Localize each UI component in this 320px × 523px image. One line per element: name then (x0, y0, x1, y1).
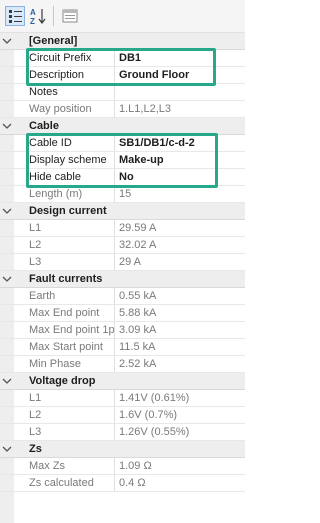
property-value: 1.L1,L2,L3 (119, 103, 171, 115)
property-row-vdrop-l3: L3 1.26V (0.55%) (0, 424, 245, 441)
property-name: Way position (14, 101, 115, 117)
category-zs[interactable]: Zs (0, 441, 245, 458)
property-name: Hide cable (14, 169, 115, 185)
property-value: 0.4 Ω (119, 477, 146, 489)
property-name: Cable ID (14, 135, 115, 151)
category-general[interactable]: [General] (0, 33, 245, 50)
property-toolbar: A Z (0, 0, 245, 33)
property-value: 2.52 kA (119, 358, 157, 370)
category-cable[interactable]: Cable (0, 118, 245, 135)
property-name: Display scheme (14, 152, 115, 168)
property-row-max-start-point: Max Start point 11.5 kA (0, 339, 245, 356)
property-row-design-l1: L1 29.59 A (0, 220, 245, 237)
property-row-circuit-prefix[interactable]: Circuit Prefix DB1 (0, 50, 245, 67)
property-value: 11.5 kA (119, 341, 156, 353)
collapse-icon[interactable] (2, 376, 12, 386)
property-grid: [General] Circuit Prefix DB1 Description… (0, 33, 245, 523)
property-value[interactable]: SB1/DB1/c-d-2 (116, 135, 195, 151)
property-row-earth: Earth 0.55 kA (0, 288, 245, 305)
property-name: L2 (14, 407, 115, 423)
property-name: L3 (14, 424, 115, 440)
property-value: 15 (119, 188, 132, 200)
toolbar-separator (53, 6, 54, 26)
property-name: Notes (14, 84, 115, 100)
svg-text:Z: Z (30, 17, 35, 26)
property-row-hide-cable[interactable]: Hide cable No (0, 169, 245, 186)
property-value[interactable]: Ground Floor (116, 67, 189, 83)
category-voltage-drop[interactable]: Voltage drop (0, 373, 245, 390)
category-label: Design current (29, 205, 107, 217)
property-name: Zs calculated (14, 475, 115, 491)
property-value[interactable]: DB1 (116, 50, 141, 66)
property-pages-icon[interactable] (60, 6, 80, 26)
property-row-min-phase: Min Phase 2.52 kA (0, 356, 245, 373)
property-row-max-end-point-1ph: Max End point 1pl 3.09 kA (0, 322, 245, 339)
property-name: Length (m) (14, 186, 115, 202)
collapse-icon[interactable] (2, 274, 12, 284)
property-value[interactable]: Make-up (116, 152, 164, 168)
property-name: Max Zs (14, 458, 115, 474)
property-row-vdrop-l1: L1 1.41V (0.61%) (0, 390, 245, 407)
collapse-icon[interactable] (2, 206, 12, 216)
category-label: Voltage drop (29, 375, 96, 387)
property-value: 1.09 Ω (119, 460, 152, 472)
property-name: Max Start point (14, 339, 115, 355)
property-value[interactable]: No (116, 169, 134, 185)
svg-text:A: A (30, 8, 36, 17)
categorized-icon[interactable] (5, 6, 25, 26)
property-row-design-l2: L2 32.02 A (0, 237, 245, 254)
property-name: Description (14, 67, 115, 83)
category-label: Fault currents (29, 273, 103, 285)
property-row-notes[interactable]: Notes (0, 84, 245, 101)
property-value: 1.26V (0.55%) (119, 426, 190, 438)
property-row-design-l3: L3 29 A (0, 254, 245, 271)
category-design-current[interactable]: Design current (0, 203, 245, 220)
property-value: 5.88 kA (119, 307, 157, 319)
property-value: 0.55 kA (119, 290, 157, 302)
property-row-length: Length (m) 15 (0, 186, 245, 203)
property-row-max-zs: Max Zs 1.09 Ω (0, 458, 245, 475)
property-value: 3.09 kA (119, 324, 157, 336)
property-row-cable-id[interactable]: Cable ID SB1/DB1/c-d-2 (0, 135, 245, 152)
property-value: 29 A (119, 256, 142, 268)
property-name: Circuit Prefix (14, 50, 115, 66)
category-label: [General] (29, 35, 78, 47)
property-row-max-end-point: Max End point 5.88 kA (0, 305, 245, 322)
category-label: Cable (29, 120, 59, 132)
property-name: Max End point 1pl (14, 322, 115, 338)
category-fault-currents[interactable]: Fault currents (0, 271, 245, 288)
property-row-zs-calculated: Zs calculated 0.4 Ω (0, 475, 245, 492)
collapse-icon[interactable] (2, 36, 12, 46)
property-value: 32.02 A (119, 239, 157, 251)
property-name: Min Phase (14, 356, 115, 372)
property-value: 29.59 A (119, 222, 157, 234)
property-name: Earth (14, 288, 115, 304)
property-name: L1 (14, 390, 115, 406)
property-name: L1 (14, 220, 115, 236)
property-row-vdrop-l2: L2 1.6V (0.7%) (0, 407, 245, 424)
collapse-icon[interactable] (2, 121, 12, 131)
category-label: Zs (29, 443, 42, 455)
property-name: L2 (14, 237, 115, 253)
property-row-way-position: Way position 1.L1,L2,L3 (0, 101, 245, 118)
property-name: Max End point (14, 305, 115, 321)
property-row-display-scheme[interactable]: Display scheme Make-up (0, 152, 245, 169)
sort-alphabetical-icon[interactable]: A Z (28, 6, 48, 26)
property-value: 1.41V (0.61%) (119, 392, 190, 404)
property-row-description[interactable]: Description Ground Floor (0, 67, 245, 84)
property-name: L3 (14, 254, 115, 270)
collapse-icon[interactable] (2, 444, 12, 454)
property-value: 1.6V (0.7%) (119, 409, 178, 421)
